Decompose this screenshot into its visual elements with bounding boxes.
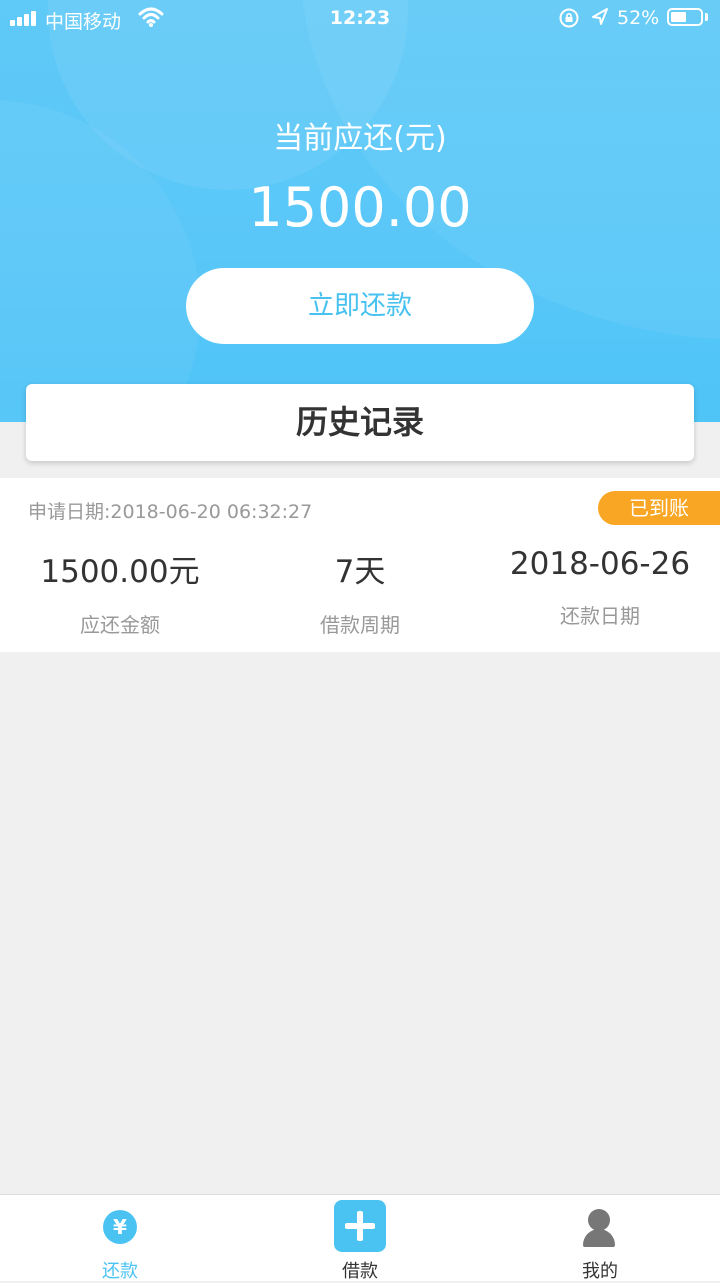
history-title: 历史记录 [26,384,694,461]
amount-due-label: 当前应还(元) [273,121,447,156]
apply-date: 申请日期:2018-06-20 06:32:27 [28,501,313,523]
record-due-date-label: 还款日期 [560,604,640,628]
tab-borrow[interactable]: 借款 [240,1195,480,1282]
record-due-date: 2018-06-26 [509,546,691,582]
tab-repay[interactable]: ¥ 还款 [0,1195,240,1282]
tab-repay-label: 还款 [102,1261,138,1282]
tab-mine-label: 我的 [582,1261,618,1282]
user-icon-body [583,1229,615,1247]
clock: 12:23 [329,7,391,29]
battery-percent: 52% [617,7,660,29]
status-badge: 已到账 [598,491,720,525]
bottom-tab-bar: ¥ 还款 借款 我的 [0,1194,720,1282]
plus-icon [334,1200,386,1252]
record-amount: 1500.00元 [40,554,200,590]
period-column: 7天 借款周期 [240,546,480,638]
history-record[interactable]: 申请日期:2018-06-20 06:32:27 已到账 1500.00元 应还… [0,478,720,652]
status-bar: 中国移动 12:23 52% [0,0,720,38]
due-date-column: 2018-06-26 还款日期 [480,546,720,629]
battery-icon [667,8,703,26]
battery-tip [705,13,708,21]
amount-column: 1500.00元 应还金额 [0,546,240,638]
record-period: 7天 [334,554,386,590]
rotation-lock-icon [559,8,579,28]
battery-level [671,12,686,22]
record-amount-label: 应还金额 [80,613,160,637]
location-icon [592,8,608,25]
yen-icon: ¥ [103,1210,137,1244]
tab-borrow-label: 借款 [342,1261,378,1282]
amount-due-value: 1500.00 [248,176,472,239]
tab-mine[interactable]: 我的 [480,1195,720,1282]
repay-now-button[interactable]: 立即还款 [186,268,534,344]
user-icon [588,1209,610,1231]
record-period-label: 借款周期 [320,613,400,637]
header-banner: 中国移动 12:23 52% 当前应还(元) 1500.00 立即还款 [0,0,720,422]
